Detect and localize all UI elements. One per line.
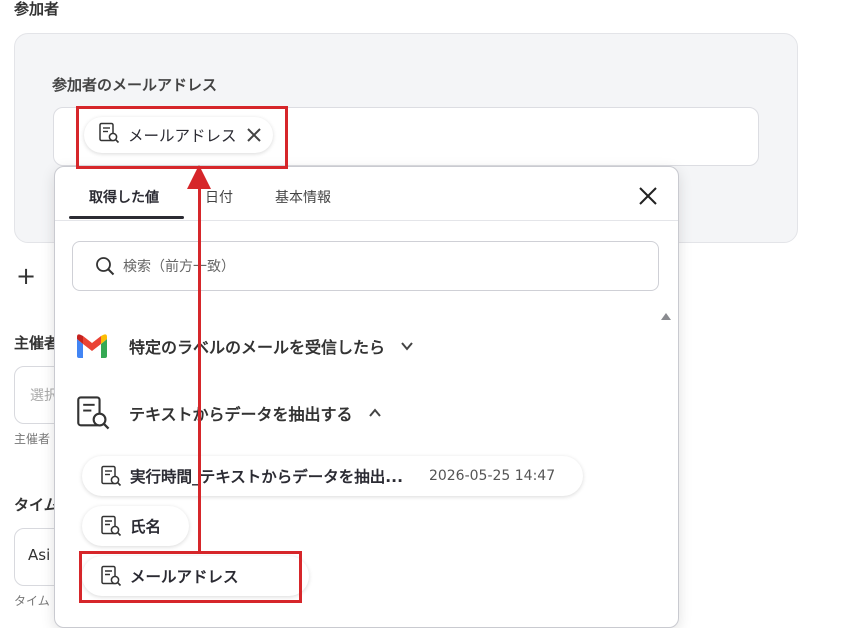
timezone-hint: タイム: [14, 594, 50, 608]
item-execution-time-label: 実行時間_テキストからデータを抽出...: [130, 468, 403, 486]
item-full-name[interactable]: 氏名: [82, 506, 190, 546]
section-title: 参加者: [14, 0, 60, 18]
tab-divider: [55, 220, 678, 221]
item-execution-time[interactable]: 実行時間_テキストからデータを抽出... 2026-05-25 14:47: [82, 456, 584, 496]
annotation-arrow-line: [198, 185, 201, 551]
document-search-icon: [100, 515, 122, 537]
tab-date[interactable]: 日付: [205, 187, 233, 207]
timezone-label: タイム: [14, 496, 59, 514]
chevron-up-icon: [367, 405, 383, 421]
search-icon: [95, 256, 115, 276]
scroll-up-icon[interactable]: [661, 313, 671, 320]
search-placeholder: 検索（前方一致）: [123, 259, 235, 275]
item-execution-time-timestamp: 2026-05-25 14:47: [428, 468, 556, 484]
group-text-extraction[interactable]: テキストからデータを抽出する: [75, 395, 383, 431]
add-icon[interactable]: +: [16, 262, 36, 290]
search-input[interactable]: 検索（前方一致）: [72, 241, 659, 291]
group-gmail-trigger-label: 特定のラベルのメールを受信したら: [129, 338, 386, 357]
gmail-icon: [75, 333, 109, 359]
organizer-hint: 主催者: [14, 432, 51, 446]
highlight-box-source: [79, 551, 302, 603]
group-text-extraction-label: テキストからデータを抽出する: [129, 405, 353, 424]
attendee-email-label: 参加者のメールアドレス: [52, 76, 218, 94]
close-icon[interactable]: [637, 185, 659, 207]
annotation-arrow-head: [187, 165, 211, 189]
item-full-name-label: 氏名: [130, 518, 162, 536]
highlight-box-target: [76, 106, 288, 169]
tab-basic-info[interactable]: 基本情報: [275, 187, 331, 207]
active-tab-indicator: [69, 216, 184, 219]
document-search-icon: [100, 465, 122, 487]
chevron-down-icon: [399, 338, 415, 354]
organizer-label: 主催者: [14, 334, 60, 352]
timezone-value: Asi: [28, 546, 51, 564]
group-gmail-trigger[interactable]: 特定のラベルのメールを受信したら: [75, 333, 415, 359]
tab-acquired-values[interactable]: 取得した値: [89, 187, 159, 207]
document-search-icon: [75, 395, 111, 431]
